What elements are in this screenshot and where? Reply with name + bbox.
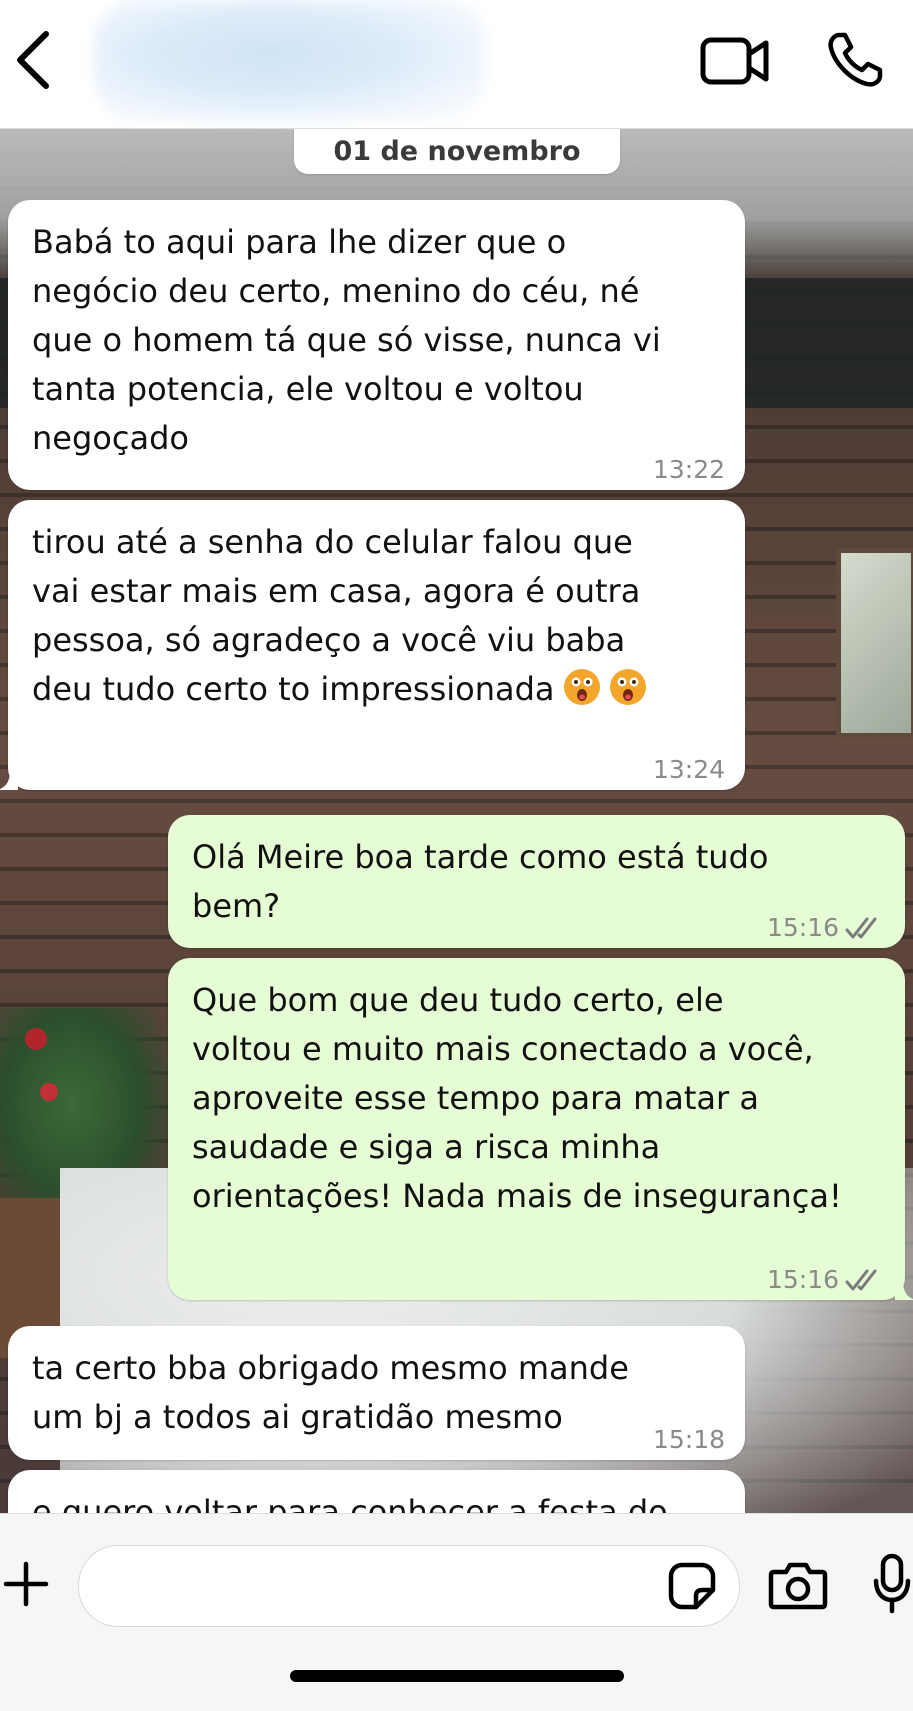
bubble-tail (895, 1280, 913, 1300)
chevron-left-icon[interactable] (10, 28, 60, 92)
message-time: 15:16 (767, 913, 885, 942)
video-camera-icon[interactable] (700, 34, 770, 88)
sticker-icon[interactable] (668, 1562, 716, 1610)
message-bubble-incoming[interactable]: ta certo bba obrigado mesmo mande um bj … (8, 1326, 745, 1460)
message-text: tirou até a senha do celular falou que v… (32, 518, 725, 714)
read-receipt-icon (845, 917, 877, 938)
message-bubble-outgoing[interactable]: Olá Meire boa tarde como está tudo bem? … (168, 815, 905, 948)
message-text: Babá to aqui para lhe dizer que o negóci… (32, 223, 661, 457)
message-time: 13:22 (652, 455, 725, 484)
read-receipt-icon (845, 1269, 877, 1290)
message-time: 15:18 (652, 1425, 725, 1454)
astonished-face-emoji (563, 668, 601, 706)
message-time: 15:16 (767, 1265, 885, 1294)
message-bubble-incoming[interactable]: Babá to aqui para lhe dizer que o negóci… (8, 200, 745, 490)
wallpaper-flower (25, 1028, 47, 1050)
phone-icon[interactable] (825, 30, 885, 90)
message-bubble-incoming[interactable]: tirou até a senha do celular falou que v… (0, 500, 745, 790)
astonished-face-emoji (609, 668, 647, 706)
message-text: ta certo bba obrigado mesmo mande um bj … (32, 1349, 629, 1436)
plus-icon[interactable] (2, 1560, 50, 1608)
bubble-tail (0, 770, 18, 790)
message-bubble-outgoing[interactable]: Que bom que deu tudo certo, ele voltou e… (168, 958, 913, 1300)
wallpaper-flower (40, 1083, 58, 1101)
message-text: Que bom que deu tudo certo, ele voltou e… (192, 981, 842, 1215)
microphone-icon[interactable] (872, 1553, 912, 1615)
camera-icon[interactable] (768, 1560, 828, 1610)
date-separator: 01 de novembro (294, 128, 620, 174)
wallpaper-frame (836, 548, 913, 738)
message-time: 13:24 (652, 755, 725, 784)
home-indicator[interactable] (290, 1670, 624, 1682)
contact-name-blurred[interactable] (95, 0, 485, 120)
message-input[interactable] (78, 1545, 740, 1627)
chat-header (0, 0, 913, 129)
